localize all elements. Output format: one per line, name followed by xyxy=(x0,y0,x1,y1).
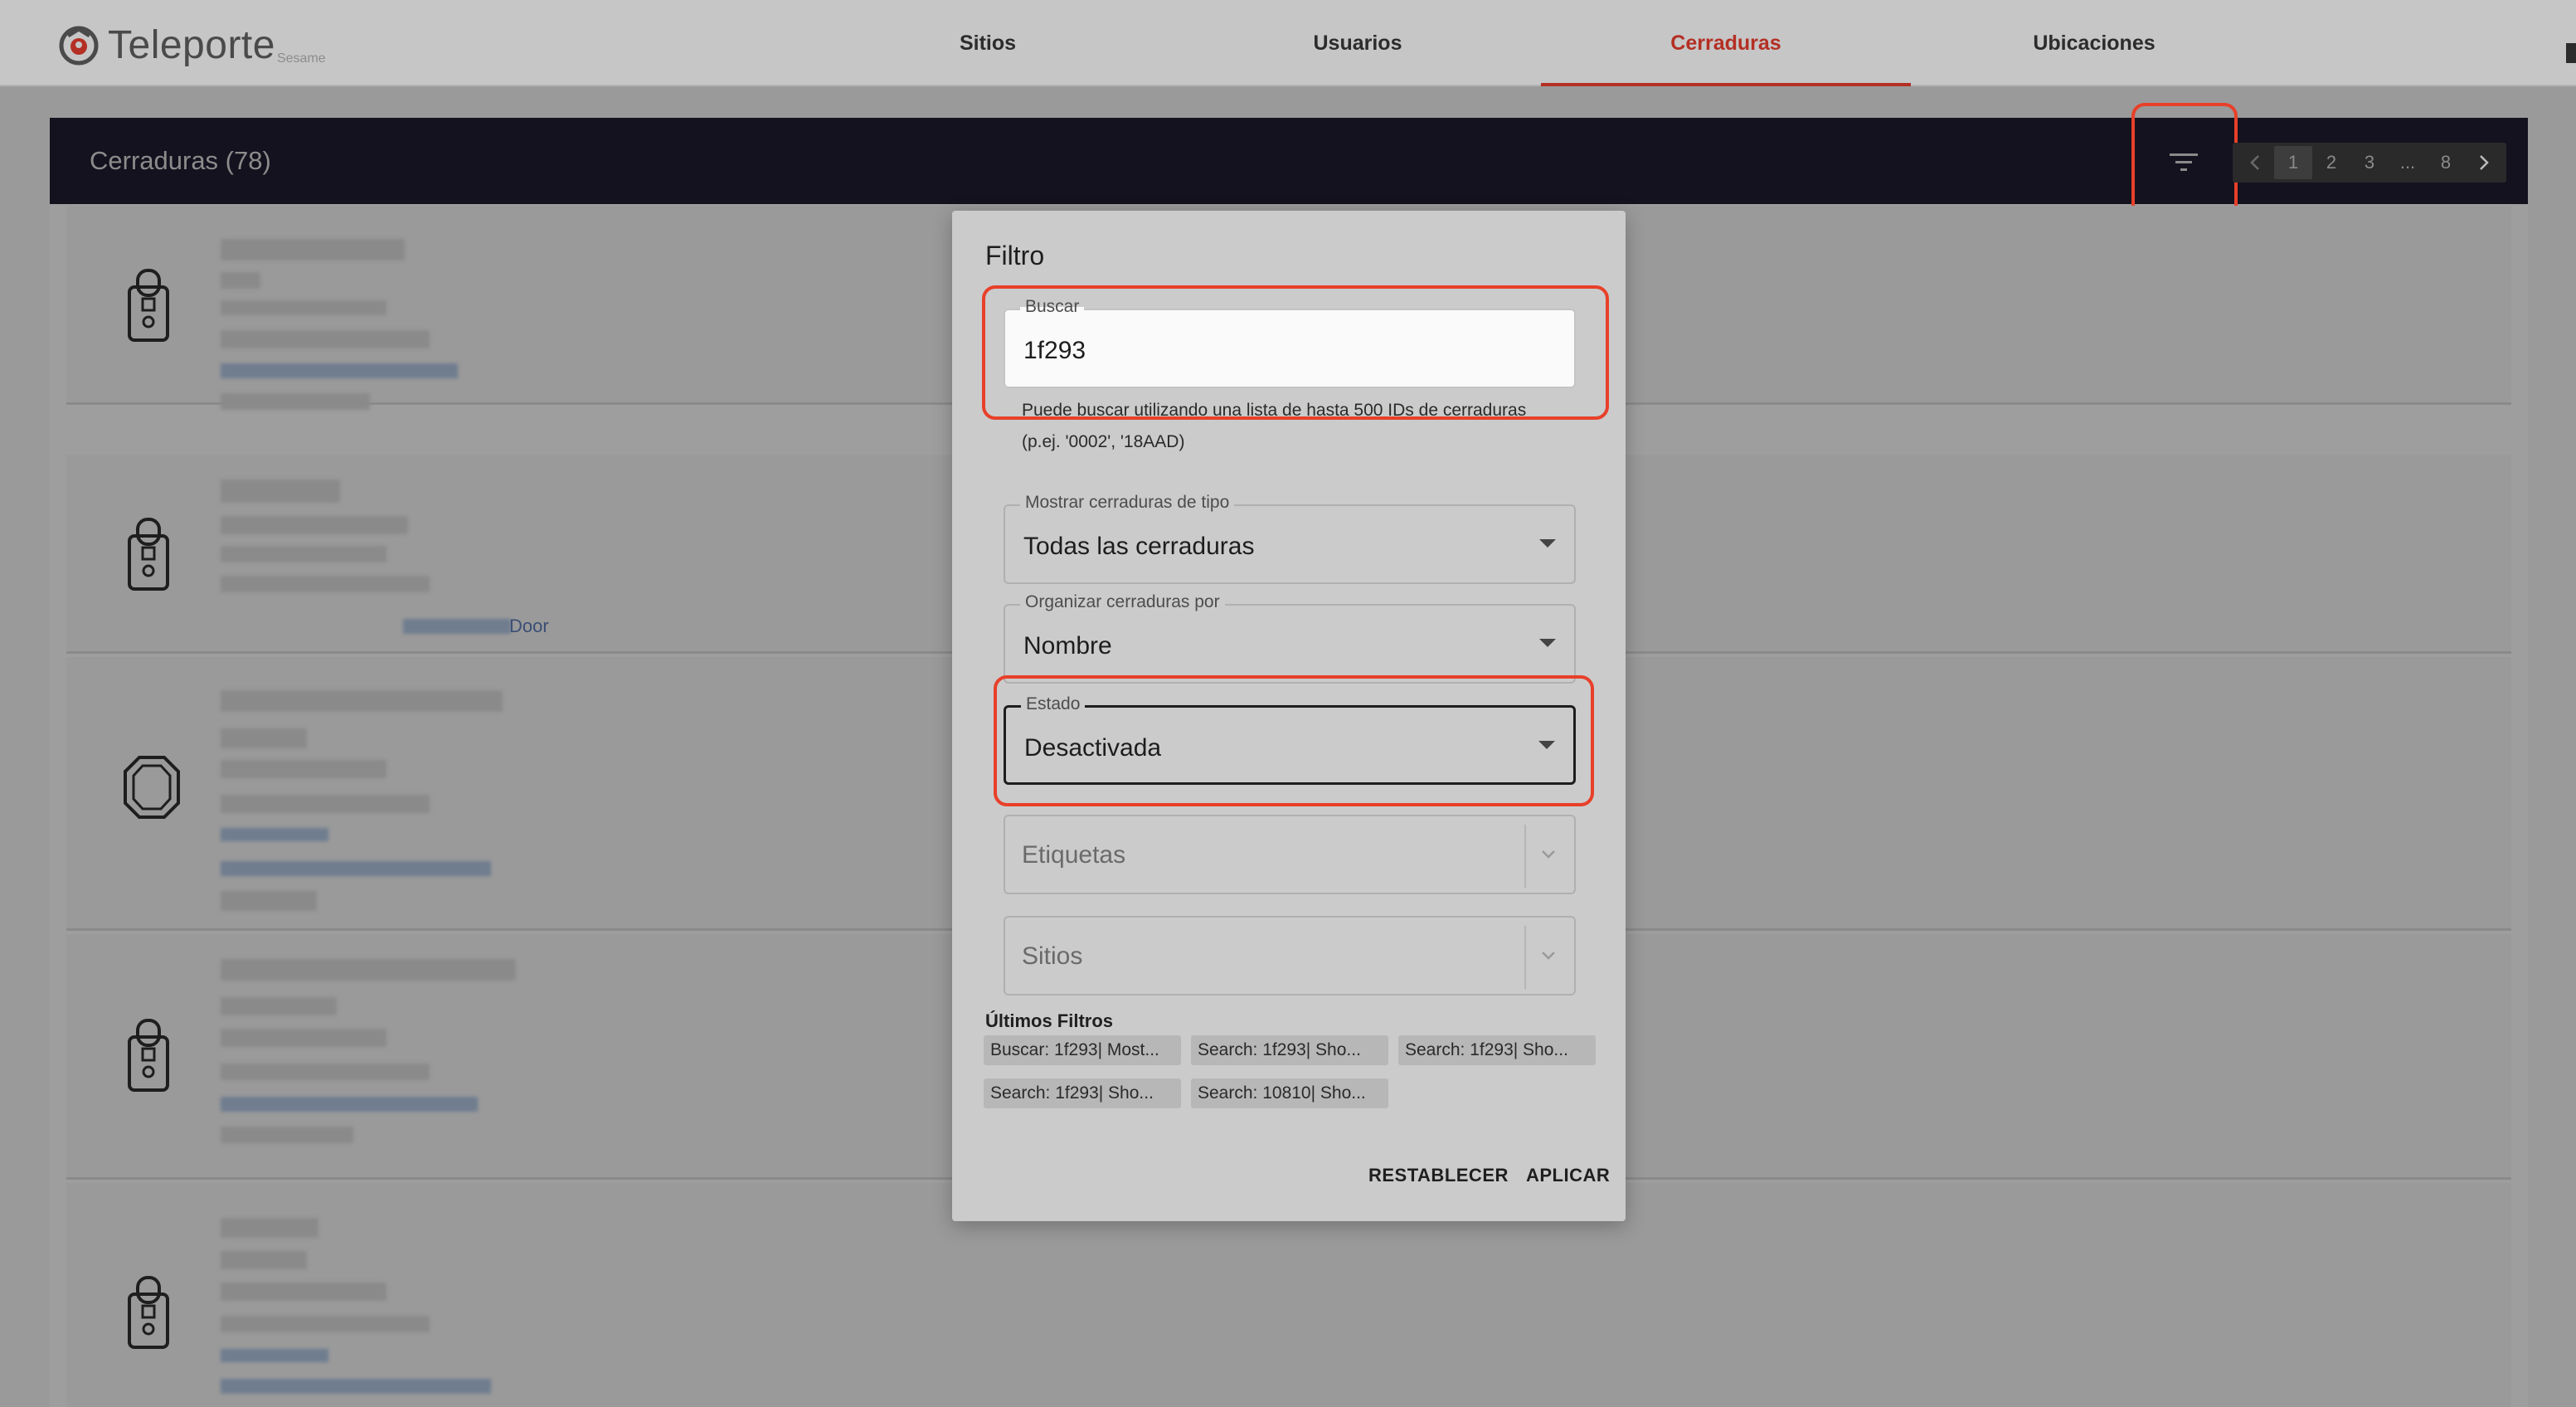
pagination: 1 2 3 ... 8 xyxy=(2233,143,2506,183)
padlock-icon xyxy=(128,518,169,591)
page-button-1[interactable]: 1 xyxy=(2274,146,2312,179)
blurred-link xyxy=(221,828,328,841)
blurred-lock-name xyxy=(221,480,340,503)
blurred-text xyxy=(221,760,386,778)
sort-label: Organizar cerraduras por xyxy=(1020,592,1225,612)
tab-label: Ubicaciones xyxy=(2033,31,2156,55)
chevron-right-icon xyxy=(2480,155,2489,170)
tab-ubicaciones[interactable]: Ubicaciones xyxy=(1909,0,2279,86)
chevron-down-icon xyxy=(1542,952,1555,960)
recent-filter-chip[interactable]: Search: 1f293| Sho... xyxy=(984,1078,1181,1108)
logo-text: Teleporte xyxy=(108,22,275,67)
search-helper-text: Puede buscar utilizando una lista de has… xyxy=(1022,395,1536,458)
dropdown-arrow-icon xyxy=(1539,539,1556,548)
select-divider xyxy=(1524,825,1526,888)
filter-button-highlight xyxy=(2131,103,2238,219)
lock-type-label: Mostrar cerraduras de tipo xyxy=(1020,493,1235,513)
blurred-link xyxy=(221,1097,478,1112)
sort-select[interactable]: Organizar cerraduras por Nombre xyxy=(1004,592,1576,684)
tab-label: Sitios xyxy=(959,31,1017,55)
recent-filter-chip[interactable]: Search: 1f293| Sho... xyxy=(1398,1035,1596,1065)
blurred-link xyxy=(403,619,511,634)
padlock-icon xyxy=(128,1276,169,1349)
tab-sitios[interactable]: Sitios xyxy=(803,0,1173,86)
apply-button[interactable]: APLICAR xyxy=(1526,1165,1610,1186)
blurred-lock-name xyxy=(221,239,405,260)
prev-page-button[interactable] xyxy=(2236,146,2274,179)
tab-cerraduras[interactable]: Cerraduras xyxy=(1541,0,1911,86)
page-button-8[interactable]: 8 xyxy=(2427,146,2465,179)
tags-select[interactable]: Etiquetas xyxy=(1004,815,1576,894)
logo-subtext: Sesame xyxy=(276,51,326,66)
blurred-text xyxy=(221,546,386,562)
lock-type-value: Todas las cerraduras xyxy=(1023,533,1255,560)
padlock-icon xyxy=(128,1019,169,1092)
blurred-text xyxy=(221,272,260,289)
next-page-button[interactable] xyxy=(2465,146,2503,179)
recent-filter-chip[interactable]: Search: 1f293| Sho... xyxy=(1191,1035,1388,1065)
blurred-text xyxy=(221,795,430,813)
tags-placeholder: Etiquetas xyxy=(1022,841,1126,869)
padlock-icon xyxy=(128,269,169,342)
sites-select[interactable]: Sitios xyxy=(1004,916,1576,996)
tab-label: Usuarios xyxy=(1313,31,1402,55)
sort-value: Nombre xyxy=(1023,632,1112,660)
blurred-text xyxy=(221,393,370,410)
reset-button[interactable]: RESTABLECER xyxy=(1368,1165,1509,1186)
chevron-left-icon xyxy=(2250,155,2259,170)
page-button-3[interactable]: 3 xyxy=(2350,146,2389,179)
dialog-title: Filtro xyxy=(985,241,1045,270)
blurred-text xyxy=(221,1283,386,1301)
blurred-text xyxy=(221,1316,430,1332)
teleporte-logo-icon xyxy=(59,26,99,66)
lock-type-select[interactable]: Mostrar cerraduras de tipo Todas las cer… xyxy=(1004,493,1576,584)
blurred-link xyxy=(221,1349,328,1362)
blurred-link xyxy=(221,363,458,378)
blurred-lock-name xyxy=(221,690,503,712)
sites-placeholder: Sitios xyxy=(1022,942,1083,970)
blurred-link xyxy=(221,861,491,876)
door-link-text[interactable]: Door xyxy=(509,616,549,637)
blurred-text xyxy=(221,728,307,748)
blurred-link xyxy=(221,1379,491,1394)
page-button-2[interactable]: 2 xyxy=(2312,146,2350,179)
tab-usuarios[interactable]: Usuarios xyxy=(1173,0,1543,86)
blurred-text xyxy=(221,330,430,348)
helper-line: Puede buscar utilizando una lista de has… xyxy=(1022,401,1527,420)
blurred-lock-name xyxy=(221,1218,318,1238)
blurred-text xyxy=(221,516,408,534)
page-title: Cerraduras (78) xyxy=(90,146,271,175)
account-menu-icon[interactable] xyxy=(2566,43,2576,63)
top-navigation-bar: Teleporte Sesame Sitios Usuarios Cerradu… xyxy=(0,0,2576,86)
blurred-text xyxy=(221,1127,353,1143)
chevron-down-icon xyxy=(1542,850,1555,859)
recent-filters-title: Últimos Filtros xyxy=(985,1010,1114,1031)
helper-line: (p.ej. '0002', '18AAD) xyxy=(1022,432,1185,451)
app-logo[interactable]: Teleporte Sesame xyxy=(58,22,326,68)
blurred-text xyxy=(221,1029,386,1047)
locks-header-bar: Cerraduras (78) 1 2 3 ... 8 xyxy=(50,103,2528,219)
blurred-text xyxy=(221,997,337,1015)
recent-filter-chip[interactable]: Buscar: 1f293| Most... xyxy=(984,1035,1181,1065)
blurred-text xyxy=(221,576,430,592)
filter-dialog: Filtro Buscar 1f293 Puede buscar utiliza… xyxy=(952,211,1626,1221)
cylinder-lock-icon xyxy=(124,756,180,819)
blurred-text xyxy=(221,300,386,315)
page-ellipsis: ... xyxy=(2399,152,2416,173)
status-select-highlight xyxy=(994,675,1594,806)
blurred-text xyxy=(221,1251,307,1269)
select-divider xyxy=(1524,926,1526,989)
recent-filter-chip[interactable]: Search: 10810| Sho... xyxy=(1191,1078,1388,1108)
blurred-text xyxy=(221,1064,430,1080)
dropdown-arrow-icon xyxy=(1539,639,1556,647)
blurred-text xyxy=(221,891,317,911)
tab-label: Cerraduras xyxy=(1670,31,1781,55)
blurred-lock-name xyxy=(221,959,516,981)
